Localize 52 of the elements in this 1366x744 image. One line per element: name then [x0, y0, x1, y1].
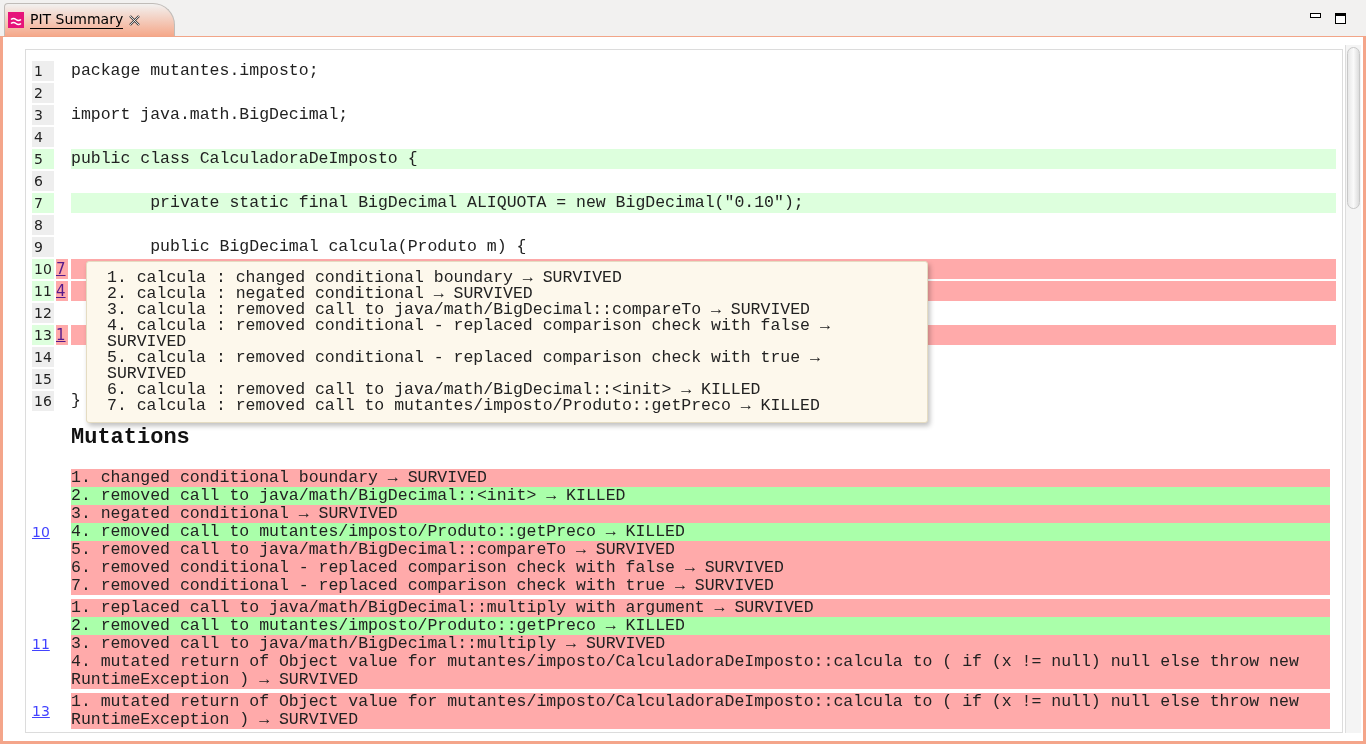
mutation-row: 2. removed call to java/math/BigDecimal::<init> → KILLED: [71, 487, 1330, 505]
tooltip-line: 2. calcula : negated conditional → SURVIVED: [107, 286, 533, 302]
view-tab[interactable]: PIT Summary: [4, 3, 176, 36]
line-number: 7: [32, 193, 54, 213]
line-number: 8: [32, 215, 54, 235]
code-line: package mutantes.imposto;: [71, 61, 319, 80]
line-number: 2: [32, 83, 54, 103]
vertical-scrollbar[interactable]: [1345, 45, 1361, 733]
line-number: 13: [32, 325, 54, 345]
line-number: 5: [32, 149, 54, 169]
line-link[interactable]: 13: [32, 700, 50, 722]
close-icon[interactable]: [129, 14, 141, 26]
tooltip-line: 5. calcula : removed conditional - replaced comparison check with true → SURVIVED: [107, 350, 821, 382]
line-link[interactable]: 11: [32, 633, 50, 655]
section-heading: Mutations: [71, 425, 191, 451]
pit-logo-icon: [8, 12, 24, 28]
mutation-row: 6. removed conditional - replaced comparison check with false → SURVIVED: [71, 559, 1330, 577]
mutation-row: 4. mutated return of Object value for mutantes/imposto/CalculadoraDeImposto::calcula to ( if (x != null) null else throw new RuntimeException ) → SURVIVED: [71, 653, 1330, 689]
mutation-count-link[interactable]: 7: [56, 260, 66, 278]
mutation-count-link[interactable]: 1: [56, 326, 66, 344]
mutation-row: 3. negated conditional → SURVIVED: [71, 505, 1330, 523]
code-line: public BigDecimal calcula(Produto m) {: [149, 237, 527, 256]
code-line: import java.math.BigDecimal;: [71, 105, 349, 124]
tooltip-line: 1. calcula : changed conditional boundary → SURVIVED: [107, 270, 623, 286]
scrollbar-thumb[interactable]: [1347, 47, 1360, 209]
mutation-row: 4. removed call to mutantes/imposto/Produto::getPreco → KILLED: [71, 523, 1330, 541]
mutation-row: 1. changed conditional boundary → SURVIVED: [71, 469, 1330, 487]
tooltip-line: 6. calcula : removed call to java/math/BigDecimal::<init> → KILLED: [107, 382, 762, 398]
line-number: 3: [32, 105, 54, 125]
line-number: 12: [32, 303, 54, 323]
tooltip-line: 4. calcula : removed conditional - replaced comparison check with false → SURVIVED: [107, 318, 831, 350]
line-number: 4: [32, 127, 54, 147]
line-number: 10: [32, 259, 54, 279]
line-number: 16: [32, 391, 54, 411]
code-line: }: [71, 391, 81, 410]
line-number: 14: [32, 347, 54, 367]
line-number: 15: [32, 369, 54, 389]
mutation-row: 1. replaced call to java/math/BigDecimal::multiply with argument → SURVIVED: [71, 599, 1330, 617]
line-number: 11: [32, 281, 54, 301]
mutation-count-link[interactable]: 4: [56, 282, 66, 300]
line-number: 1: [32, 61, 54, 81]
mutation-row: 2. removed call to mutantes/imposto/Produto::getPreco → KILLED: [71, 617, 1330, 635]
line-number: 6: [32, 171, 54, 191]
line-number: 9: [32, 237, 54, 257]
line-link[interactable]: 10: [32, 521, 50, 543]
tooltip-line: 7. calcula : removed call to mutantes/imposto/Produto::getPreco → KILLED: [107, 398, 821, 414]
mutation-row: 1. mutated return of Object value for mutantes/imposto/CalculadoraDeImposto::calcula to ( if (x != null) null else throw new RuntimeException ) → SURVIVED: [71, 693, 1330, 729]
mutation-row: 5. removed call to java/math/BigDecimal::compareTo → SURVIVED: [71, 541, 1330, 559]
maximize-icon[interactable]: [1335, 13, 1346, 24]
tooltip-line: 3. calcula : removed call to java/math/BigDecimal::compareTo → SURVIVED: [107, 302, 811, 318]
mutation-row: 3. removed call to java/math/BigDecimal::multiply → SURVIVED: [71, 635, 1330, 653]
mutation-row: 7. removed conditional - replaced comparison check with true → SURVIVED: [71, 577, 1330, 595]
